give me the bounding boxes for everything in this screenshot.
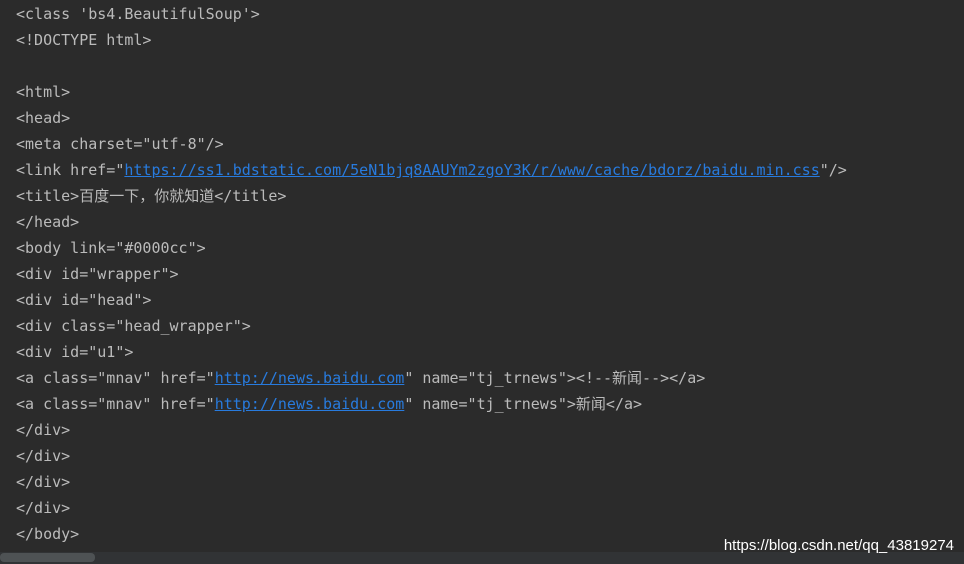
console-text: <class 'bs4.BeautifulSoup'> (16, 5, 260, 23)
console-text: <a class="mnav" href=" (16, 395, 215, 413)
console-line: <head> (16, 105, 964, 131)
console-text: <link href=" (16, 161, 125, 179)
console-line: <link href="https://ss1.bdstatic.com/5eN… (16, 157, 964, 183)
console-text: <title>百度一下，你就知道</title> (16, 187, 287, 205)
console-line: <a class="mnav" href="http://news.baidu.… (16, 365, 964, 391)
scrollbar-thumb[interactable] (0, 553, 95, 562)
console-text: </div> (16, 473, 71, 491)
console-text: " name="tj_trnews">新闻</a> (404, 395, 643, 413)
console-text: "/> (819, 161, 847, 179)
console-text: </body> (16, 525, 80, 543)
console-line: </head> (16, 209, 964, 235)
console-line: <class 'bs4.BeautifulSoup'> (16, 1, 964, 27)
console-text: <head> (16, 109, 71, 127)
console-line: <div class="head_wrapper"> (16, 313, 964, 339)
console-text: </div> (16, 447, 71, 465)
console-text: <div class="head_wrapper"> (16, 317, 251, 335)
run-console: <class 'bs4.BeautifulSoup'> <!DOCTYPE htm… (0, 0, 964, 564)
console-text: <a class="mnav" href=" (16, 369, 215, 387)
console-line: </div> (16, 417, 964, 443)
console-line: <meta charset="utf-8"/> (16, 131, 964, 157)
console-hyperlink[interactable]: http://news.baidu.com (215, 395, 405, 413)
console-line: <body link="#0000cc"> (16, 235, 964, 261)
console-hyperlink[interactable]: https://ss1.bdstatic.com/5eN1bjq8AAUYm2z… (124, 161, 819, 179)
console-output: <class 'bs4.BeautifulSoup'> <!DOCTYPE htm… (16, 1, 964, 564)
console-text: </head> (16, 213, 80, 231)
console-line: <title>百度一下，你就知道</title> (16, 183, 964, 209)
console-text: " name="tj_trnews"><!--新闻--></a> (404, 369, 706, 387)
console-line: </div> (16, 469, 964, 495)
console-hyperlink[interactable]: http://news.baidu.com (215, 369, 405, 387)
console-text: </div> (16, 499, 71, 517)
console-line: <html> (16, 79, 964, 105)
console-text: <html> (16, 83, 71, 101)
console-text: <div id="head"> (16, 291, 152, 309)
console-text: <div id="wrapper"> (16, 265, 179, 283)
console-line: <div id="head"> (16, 287, 964, 313)
console-line: </div> (16, 495, 964, 521)
console-line: <a class="mnav" href="http://news.baidu.… (16, 391, 964, 417)
console-line: <!DOCTYPE html> (16, 27, 964, 53)
console-text: <!DOCTYPE html> (16, 31, 152, 49)
console-line: <div id="wrapper"> (16, 261, 964, 287)
console-text: </div> (16, 421, 71, 439)
console-line: </div> (16, 443, 964, 469)
console-text: <div id="u1"> (16, 343, 134, 361)
console-line: <div id="u1"> (16, 339, 964, 365)
console-text: <body link="#0000cc"> (16, 239, 206, 257)
watermark-url: https://blog.csdn.net/qq_43819274 (723, 537, 954, 554)
console-text: <meta charset="utf-8"/> (16, 135, 224, 153)
